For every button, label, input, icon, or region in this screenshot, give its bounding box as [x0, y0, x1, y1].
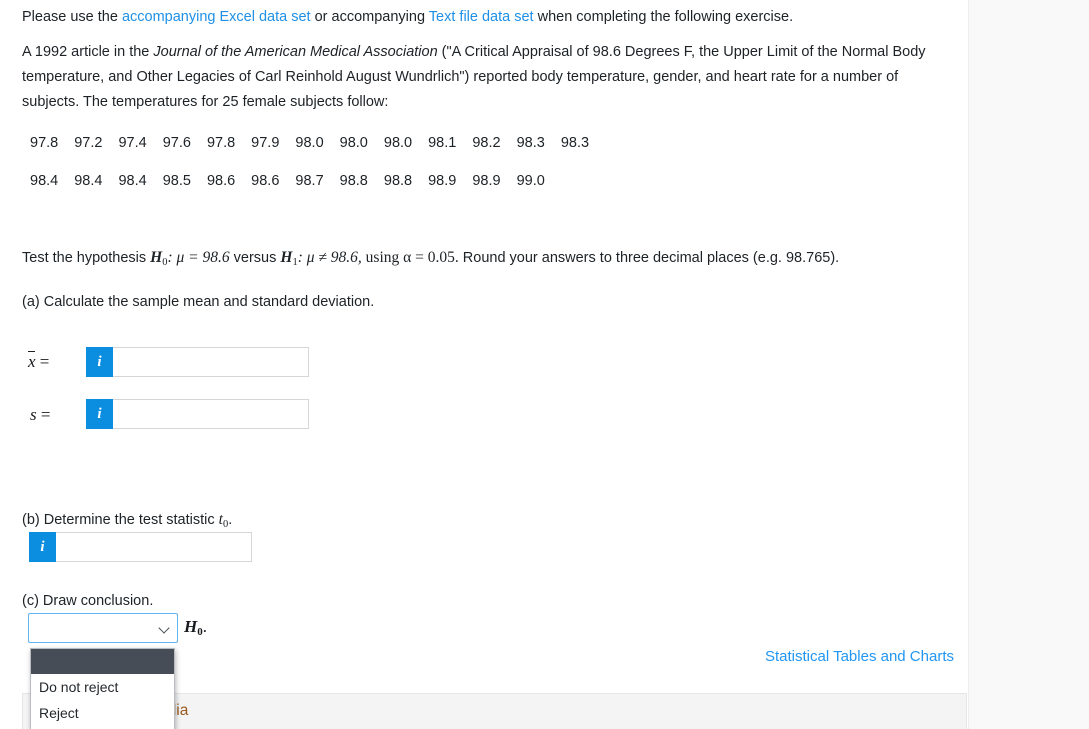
- data-value: 98.5: [162, 173, 191, 189]
- intro-prefix: Please use the: [22, 9, 122, 25]
- data-value: 98.8: [339, 173, 368, 189]
- data-value: 97.8: [206, 135, 236, 151]
- test-statistic-input[interactable]: [56, 532, 252, 562]
- text-file-data-set-link[interactable]: Text file data set: [429, 9, 534, 25]
- hypothesis-tail: Round your answers to three decimal plac…: [458, 250, 840, 266]
- part-c-prompt: (c) Draw conclusion.: [22, 593, 154, 609]
- info-icon[interactable]: i: [86, 399, 113, 429]
- data-value: 98.0: [383, 135, 413, 151]
- data-value: 97.9: [251, 135, 280, 151]
- data-value: 97.6: [162, 135, 191, 151]
- conclusion-option-list[interactable]: Do not reject Reject: [30, 648, 175, 729]
- data-value: 98.0: [295, 135, 324, 151]
- s-equals: =: [36, 405, 51, 424]
- data-value: 97.2: [74, 135, 103, 151]
- data-value: 97.8: [30, 135, 59, 151]
- xbar-input[interactable]: [113, 347, 309, 377]
- problem-part1: A 1992 article in the: [22, 44, 154, 60]
- data-value: 98.9: [472, 173, 501, 189]
- intro-middle: or accompanying: [310, 9, 429, 25]
- intro-paragraph: Please use the accompanying Excel data s…: [22, 6, 952, 29]
- conclusion-h0-label: H0.: [184, 617, 207, 638]
- s-symbol: s: [30, 405, 37, 424]
- conclusion-select[interactable]: [28, 613, 178, 643]
- intro-suffix: when completing the following exercise.: [533, 9, 794, 25]
- info-icon[interactable]: i: [86, 347, 113, 377]
- conclusion-option[interactable]: Do not reject: [31, 674, 174, 700]
- data-value: 98.2: [472, 135, 501, 151]
- journal-title: Journal of the American Medical Associat…: [153, 44, 438, 60]
- data-value: 98.4: [118, 173, 147, 189]
- info-icon[interactable]: i: [29, 532, 56, 562]
- data-value: 98.9: [428, 173, 457, 189]
- data-value: 98.3: [516, 135, 545, 151]
- test-statistic-answer-group: i: [29, 532, 252, 562]
- part-b-lead: (b) Determine the test statistic: [22, 512, 219, 528]
- t-statistic-symbol: t0: [218, 511, 229, 530]
- page-right-gutter: [968, 0, 1089, 729]
- conclusion-select-wrapper: Do not reject Reject: [28, 613, 178, 729]
- s-answer-group: i: [86, 399, 309, 429]
- data-row: 98.4 98.4 98.4 98.5 98.6 98.6 98.7 98.8 98.8 98.9…: [30, 173, 561, 189]
- xbar-symbol: x: [28, 351, 36, 371]
- s-input[interactable]: [113, 399, 309, 429]
- xbar-answer-group: i: [86, 347, 309, 377]
- data-value: 98.3: [560, 135, 590, 151]
- conclusion-option[interactable]: Reject: [31, 700, 174, 726]
- data-row: 97.8 97.2 97.4 97.6 97.8 97.9 98.0 98.0 98.0 98.1…: [30, 135, 605, 151]
- excel-data-set-link[interactable]: accompanying Excel data set: [122, 9, 311, 25]
- data-value: 97.4: [118, 135, 147, 151]
- xbar-equals: =: [35, 352, 50, 371]
- chevron-down-icon: [160, 624, 169, 633]
- s-label: s =: [30, 405, 50, 425]
- null-hypothesis: H0: μ = 98.6: [150, 249, 230, 268]
- data-value: 98.1: [428, 135, 457, 151]
- alpha-level: using α = 0.05.: [361, 249, 459, 266]
- data-value: 98.4: [74, 173, 103, 189]
- data-value: 98.4: [30, 173, 59, 189]
- exercise-page: Please use the accompanying Excel data s…: [0, 0, 968, 729]
- hypothesis-line: Test the hypothesis H0: μ = 98.6 versus …: [22, 247, 962, 274]
- xbar-label: x =: [28, 351, 50, 372]
- statistical-tables-link[interactable]: Statistical Tables and Charts: [765, 648, 954, 665]
- part-b-end: .: [228, 512, 233, 528]
- problem-statement: A 1992 article in the Journal of the Ame…: [22, 40, 945, 115]
- data-value: 98.8: [383, 173, 413, 189]
- part-a-prompt: (a) Calculate the sample mean and standa…: [22, 294, 375, 310]
- conclusion-option[interactable]: [31, 649, 174, 674]
- alt-hypothesis: H1: μ ≠ 98.6,: [280, 249, 362, 268]
- data-value: 98.0: [339, 135, 368, 151]
- hypothesis-versus: versus: [229, 250, 281, 266]
- data-value: 98.6: [206, 173, 236, 189]
- data-value: 99.0: [516, 173, 545, 189]
- data-value: 98.6: [251, 173, 280, 189]
- data-value: 98.7: [295, 173, 324, 189]
- hypothesis-lead: Test the hypothesis: [22, 250, 151, 266]
